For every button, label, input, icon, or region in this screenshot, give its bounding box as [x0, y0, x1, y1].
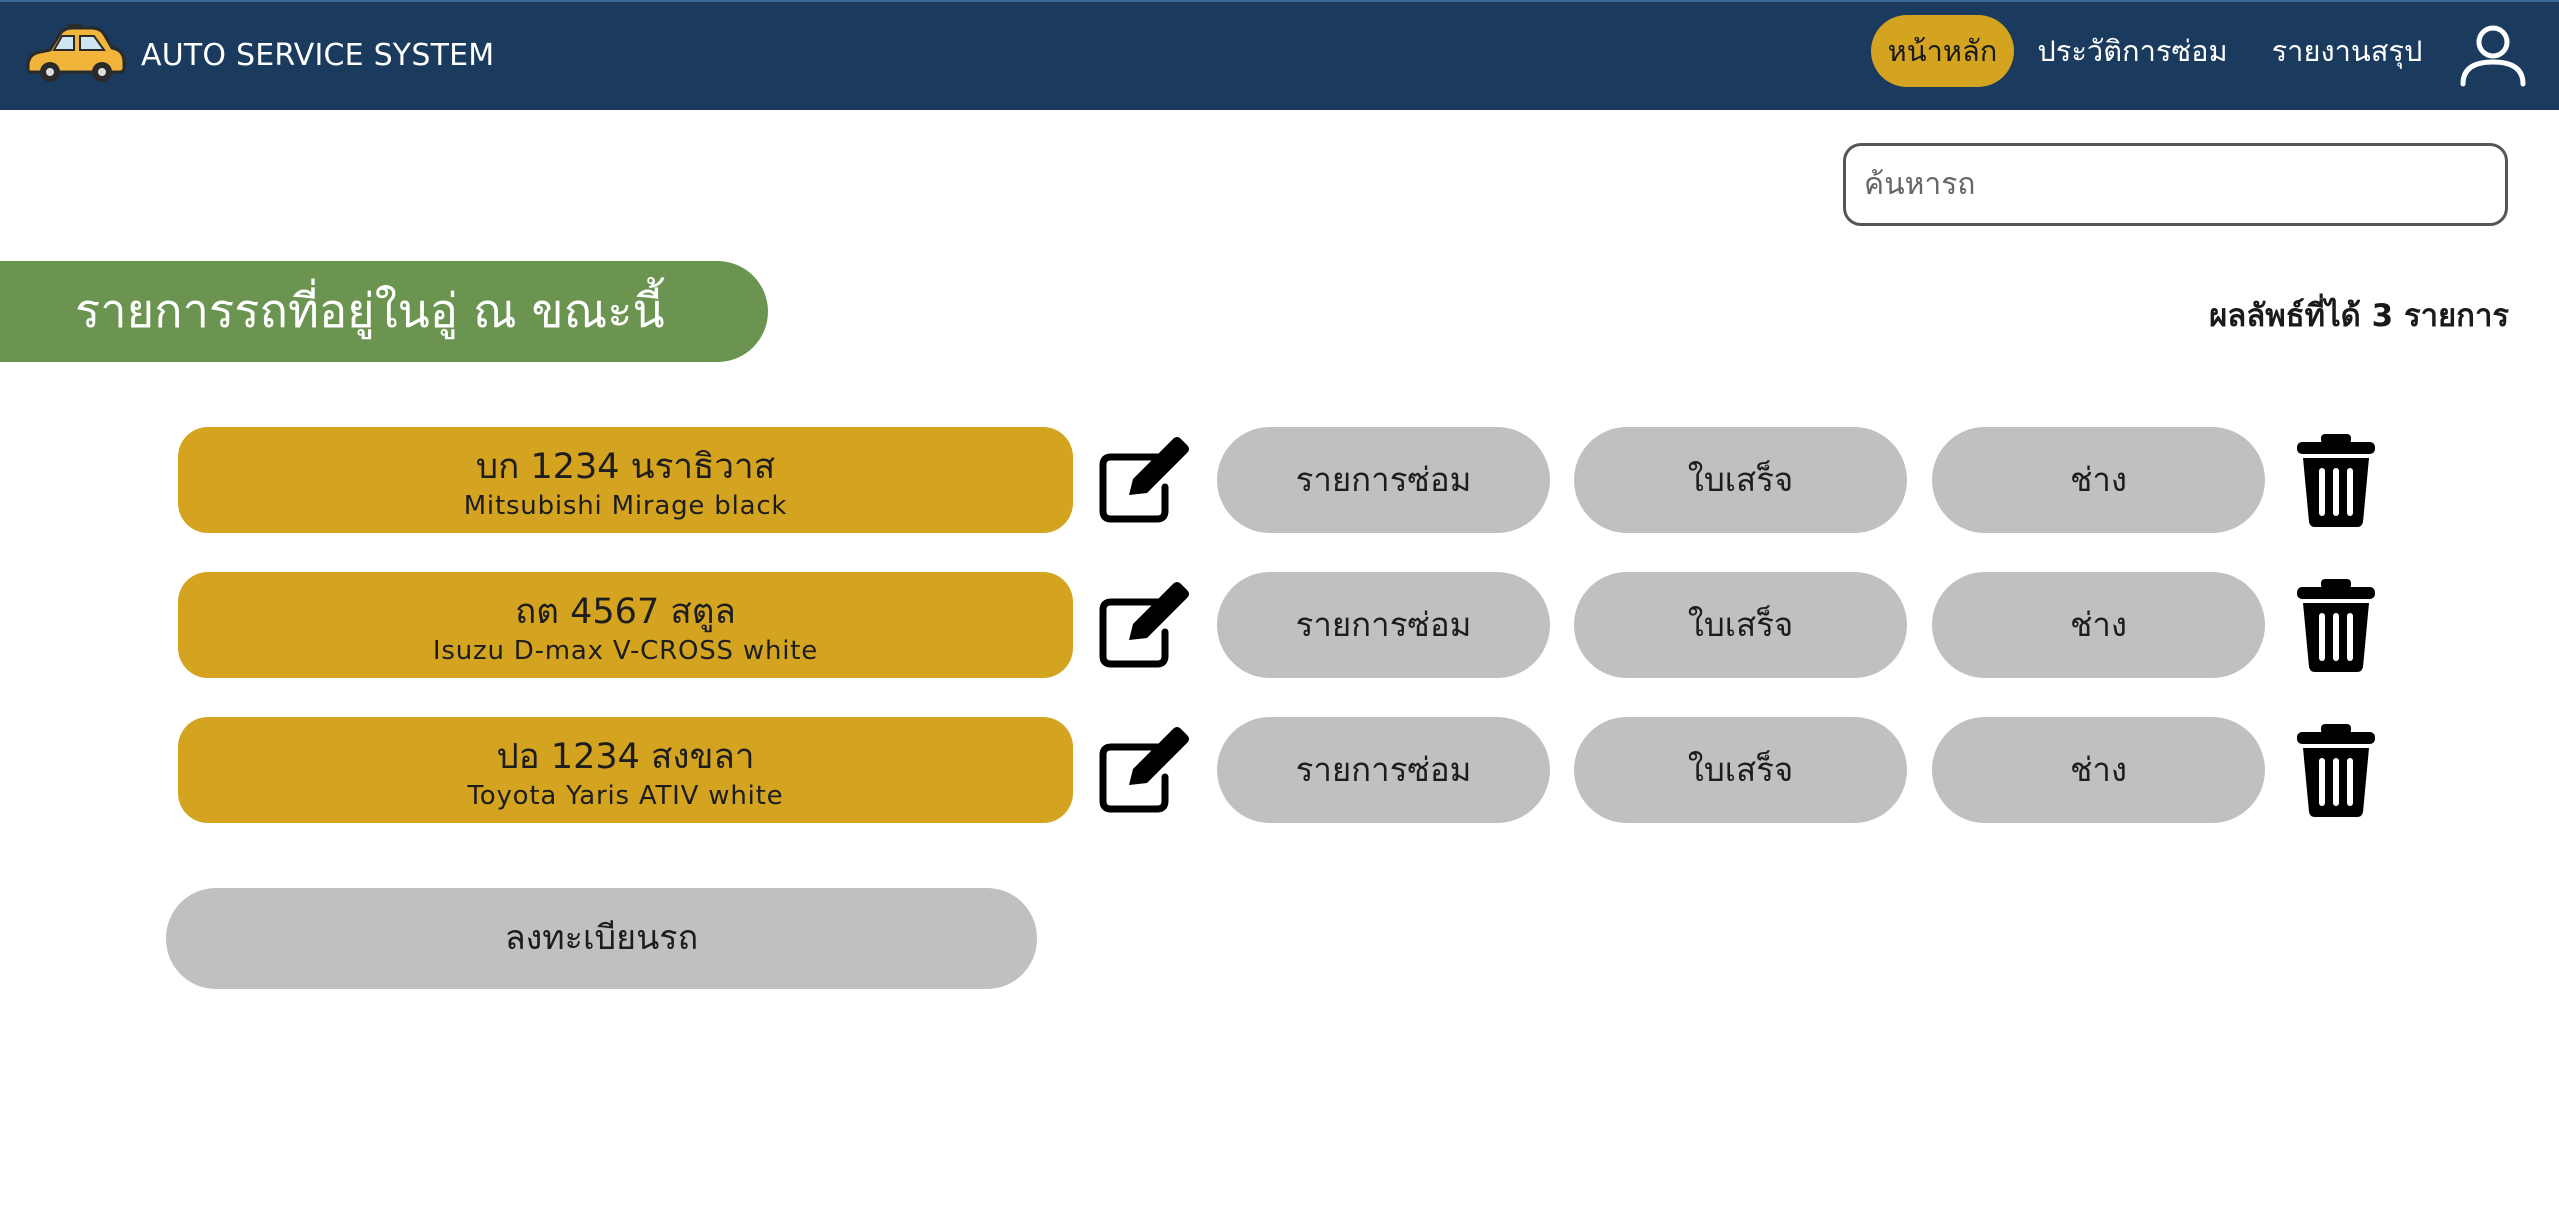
section-title-banner: รายการรถที่อยู่ในอู่ ณ ขณะนี้ — [0, 261, 768, 362]
mechanic-button[interactable]: ช่าง — [1932, 717, 2265, 823]
car-model: Toyota Yaris ATIV white — [467, 781, 784, 811]
edit-icon[interactable] — [1097, 578, 1193, 670]
car-plate: ถต 4567 สตูล — [515, 592, 736, 632]
car-row: ถต 4567 สตูล Isuzu D-max V-CROSS white ร… — [0, 572, 2559, 678]
repair-list-button[interactable]: รายการซ่อม — [1217, 572, 1550, 678]
edit-icon[interactable] — [1097, 433, 1193, 525]
mechanic-button[interactable]: ช่าง — [1932, 427, 2265, 533]
section-title: รายการรถที่อยู่ในอู่ ณ ขณะนี้ — [75, 284, 665, 339]
receipt-button[interactable]: ใบเสร็จ — [1574, 427, 1907, 533]
nav-repair-history[interactable]: ประวัติการซ่อม — [2030, 15, 2235, 87]
repair-list-button[interactable]: รายการซ่อม — [1217, 717, 1550, 823]
car-icon — [26, 24, 126, 82]
car-card[interactable]: ถต 4567 สตูล Isuzu D-max V-CROSS white — [178, 572, 1073, 678]
trash-icon[interactable] — [2295, 577, 2377, 673]
car-card[interactable]: ปอ 1234 สงขลา Toyota Yaris ATIV white — [178, 717, 1073, 823]
user-icon[interactable] — [2458, 22, 2528, 88]
car-model: Mitsubishi Mirage black — [463, 491, 788, 521]
brand-title: AUTO SERVICE SYSTEM — [141, 38, 495, 73]
search-input[interactable] — [1843, 143, 2508, 226]
edit-icon[interactable] — [1097, 723, 1193, 815]
receipt-button[interactable]: ใบเสร็จ — [1574, 572, 1907, 678]
trash-icon[interactable] — [2295, 722, 2377, 818]
repair-list-button[interactable]: รายการซ่อม — [1217, 427, 1550, 533]
top-navbar: AUTO SERVICE SYSTEM หน้าหลัก ประวัติการซ… — [0, 0, 2559, 110]
car-model: Isuzu D-max V-CROSS white — [432, 636, 819, 666]
trash-icon[interactable] — [2295, 432, 2377, 528]
nav-home[interactable]: หน้าหลัก — [1871, 15, 2014, 87]
mechanic-button[interactable]: ช่าง — [1932, 572, 2265, 678]
car-row: บก 1234 นราธิวาส Mitsubishi Mirage black… — [0, 427, 2559, 533]
result-count: ผลลัพธ์ที่ได้ 3 รายการ — [2209, 298, 2509, 334]
car-plate: บก 1234 นราธิวาส — [475, 447, 776, 487]
car-plate: ปอ 1234 สงขลา — [496, 737, 755, 777]
car-row: ปอ 1234 สงขลา Toyota Yaris ATIV white รา… — [0, 717, 2559, 823]
register-car-button[interactable]: ลงทะเบียนรถ — [166, 888, 1037, 989]
receipt-button[interactable]: ใบเสร็จ — [1574, 717, 1907, 823]
nav-summary-report[interactable]: รายงานสรุป — [2262, 15, 2432, 87]
car-card[interactable]: บก 1234 นราธิวาส Mitsubishi Mirage black — [178, 427, 1073, 533]
